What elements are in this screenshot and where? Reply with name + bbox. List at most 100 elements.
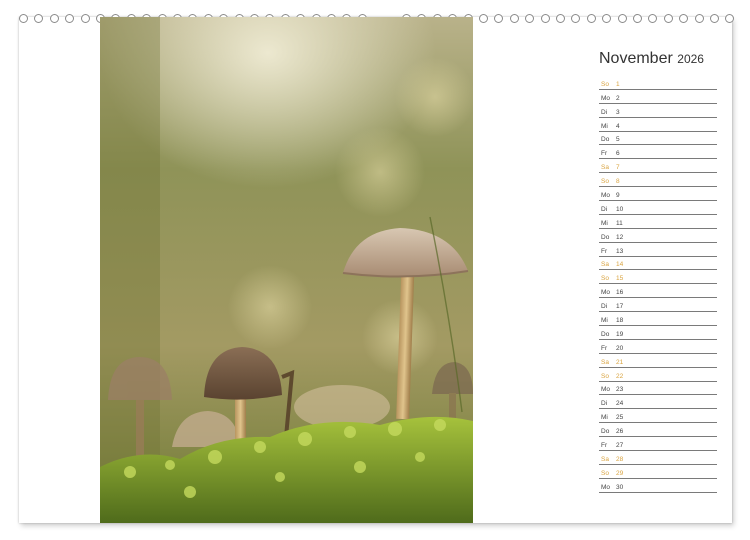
day-row: Do 12 bbox=[599, 229, 717, 243]
weekday-label: Di bbox=[601, 205, 608, 213]
binding-ring-icon bbox=[586, 14, 596, 23]
binding-ring-icon bbox=[694, 14, 704, 23]
weekday-label: Mo bbox=[601, 386, 611, 394]
month-name: November bbox=[599, 50, 673, 67]
day-row: So 1 bbox=[599, 76, 717, 90]
weekday-label: Mi bbox=[601, 122, 608, 130]
day-row: Mi 11 bbox=[599, 215, 717, 229]
day-number: 2 bbox=[616, 94, 620, 102]
weekday-label: Mi bbox=[601, 219, 608, 227]
weekday-label: Do bbox=[601, 136, 610, 144]
day-number: 12 bbox=[616, 233, 624, 241]
day-number: 10 bbox=[616, 205, 624, 213]
weekday-label: Mo bbox=[601, 192, 611, 200]
day-number: 27 bbox=[616, 442, 624, 450]
weekday-label: Mo bbox=[601, 483, 611, 491]
binding-ring-icon bbox=[525, 14, 535, 23]
day-number: 8 bbox=[616, 178, 620, 186]
binding-ring-icon bbox=[679, 14, 689, 23]
day-row: Di 17 bbox=[599, 298, 717, 313]
day-number: 23 bbox=[616, 386, 624, 394]
day-number: 19 bbox=[616, 330, 624, 338]
day-row: Do 19 bbox=[599, 326, 717, 340]
day-row: Di 3 bbox=[599, 104, 717, 118]
binding-ring-icon bbox=[65, 14, 75, 23]
binding-ring-icon bbox=[602, 14, 612, 23]
day-number: 26 bbox=[616, 428, 624, 436]
day-number: 15 bbox=[616, 275, 624, 283]
weekday-label: Mo bbox=[601, 289, 611, 297]
day-row: Mi 4 bbox=[599, 118, 717, 132]
binding-ring-icon bbox=[648, 14, 658, 23]
binding-ring-icon bbox=[556, 14, 565, 23]
day-row: Mo 2 bbox=[599, 90, 717, 104]
weekday-label: Do bbox=[601, 233, 610, 241]
binding-ring-icon bbox=[617, 14, 627, 23]
weekday-label: Fr bbox=[601, 344, 608, 352]
day-number: 22 bbox=[616, 372, 624, 380]
day-number: 16 bbox=[616, 289, 624, 297]
weekday-label: So bbox=[601, 178, 609, 186]
day-row: So 22 bbox=[599, 368, 717, 382]
weekday-label: Sa bbox=[601, 164, 609, 172]
day-row: Sa 28 bbox=[599, 451, 717, 465]
year-label: 2026 bbox=[677, 52, 704, 66]
binding-ring-icon bbox=[479, 14, 488, 23]
day-row: Sa 21 bbox=[599, 354, 717, 368]
binding-ring-icon bbox=[725, 14, 735, 23]
day-number: 18 bbox=[616, 317, 624, 325]
day-number: 25 bbox=[616, 414, 624, 422]
month-title: November 2026 bbox=[599, 50, 729, 68]
binding-ring-icon bbox=[710, 14, 719, 23]
day-row: Di 10 bbox=[599, 201, 717, 215]
binding-ring-icon bbox=[540, 14, 550, 23]
day-row: Do 26 bbox=[599, 423, 717, 438]
day-row: Fr 13 bbox=[599, 243, 717, 257]
weekday-label: Sa bbox=[601, 358, 609, 366]
day-row: Fr 20 bbox=[599, 340, 717, 354]
day-number: 13 bbox=[616, 247, 624, 255]
weekday-label: Fr bbox=[601, 247, 608, 255]
weekday-label: Di bbox=[601, 400, 608, 408]
weekday-label: Fr bbox=[601, 442, 608, 450]
weekday-label: So bbox=[601, 275, 609, 283]
day-number: 5 bbox=[616, 136, 620, 144]
binding-ring-icon bbox=[663, 14, 673, 23]
binding-ring-icon bbox=[509, 14, 519, 23]
weekday-label: Di bbox=[601, 108, 608, 116]
day-number: 7 bbox=[616, 164, 620, 172]
photo-illustration bbox=[100, 17, 473, 523]
weekday-label: Fr bbox=[601, 150, 608, 158]
day-row: So 29 bbox=[599, 465, 717, 479]
day-row: Sa 14 bbox=[599, 257, 717, 271]
day-row: Mi 25 bbox=[599, 409, 717, 424]
binding-ring-icon bbox=[494, 14, 504, 23]
day-row: Fr 6 bbox=[599, 145, 717, 160]
binding-ring-icon bbox=[80, 14, 90, 23]
day-row: Di 24 bbox=[599, 395, 717, 410]
day-row: Sa 7 bbox=[599, 159, 717, 174]
weekday-label: So bbox=[601, 80, 609, 88]
day-number: 11 bbox=[616, 219, 623, 227]
binding-ring-icon bbox=[19, 14, 28, 23]
day-number: 14 bbox=[616, 261, 624, 269]
day-row: So 8 bbox=[599, 173, 717, 188]
weekday-label: Do bbox=[601, 428, 610, 436]
day-number: 20 bbox=[616, 344, 624, 352]
weekday-label: Di bbox=[601, 303, 608, 311]
weekday-label: So bbox=[601, 372, 609, 380]
day-row: Mo 23 bbox=[599, 382, 717, 396]
binding-ring-icon bbox=[571, 14, 581, 23]
day-list: So 1 Mo 2 Di 3 Mi 4 Do 5 Fr 6 Sa 7 So 8 Mo 9 Di 10 Mi 11 Do 12 F… bbox=[599, 76, 717, 493]
day-row: So 15 bbox=[599, 270, 717, 285]
day-number: 28 bbox=[616, 455, 624, 463]
mushroom-photo bbox=[100, 17, 473, 523]
day-number: 4 bbox=[616, 122, 620, 130]
weekday-label: Do bbox=[601, 330, 610, 338]
day-number: 30 bbox=[616, 483, 624, 491]
day-row: Do 5 bbox=[599, 132, 717, 146]
day-number: 24 bbox=[616, 400, 624, 408]
day-number: 17 bbox=[616, 303, 624, 311]
day-number: 3 bbox=[616, 108, 620, 116]
day-number: 1 bbox=[616, 80, 620, 88]
